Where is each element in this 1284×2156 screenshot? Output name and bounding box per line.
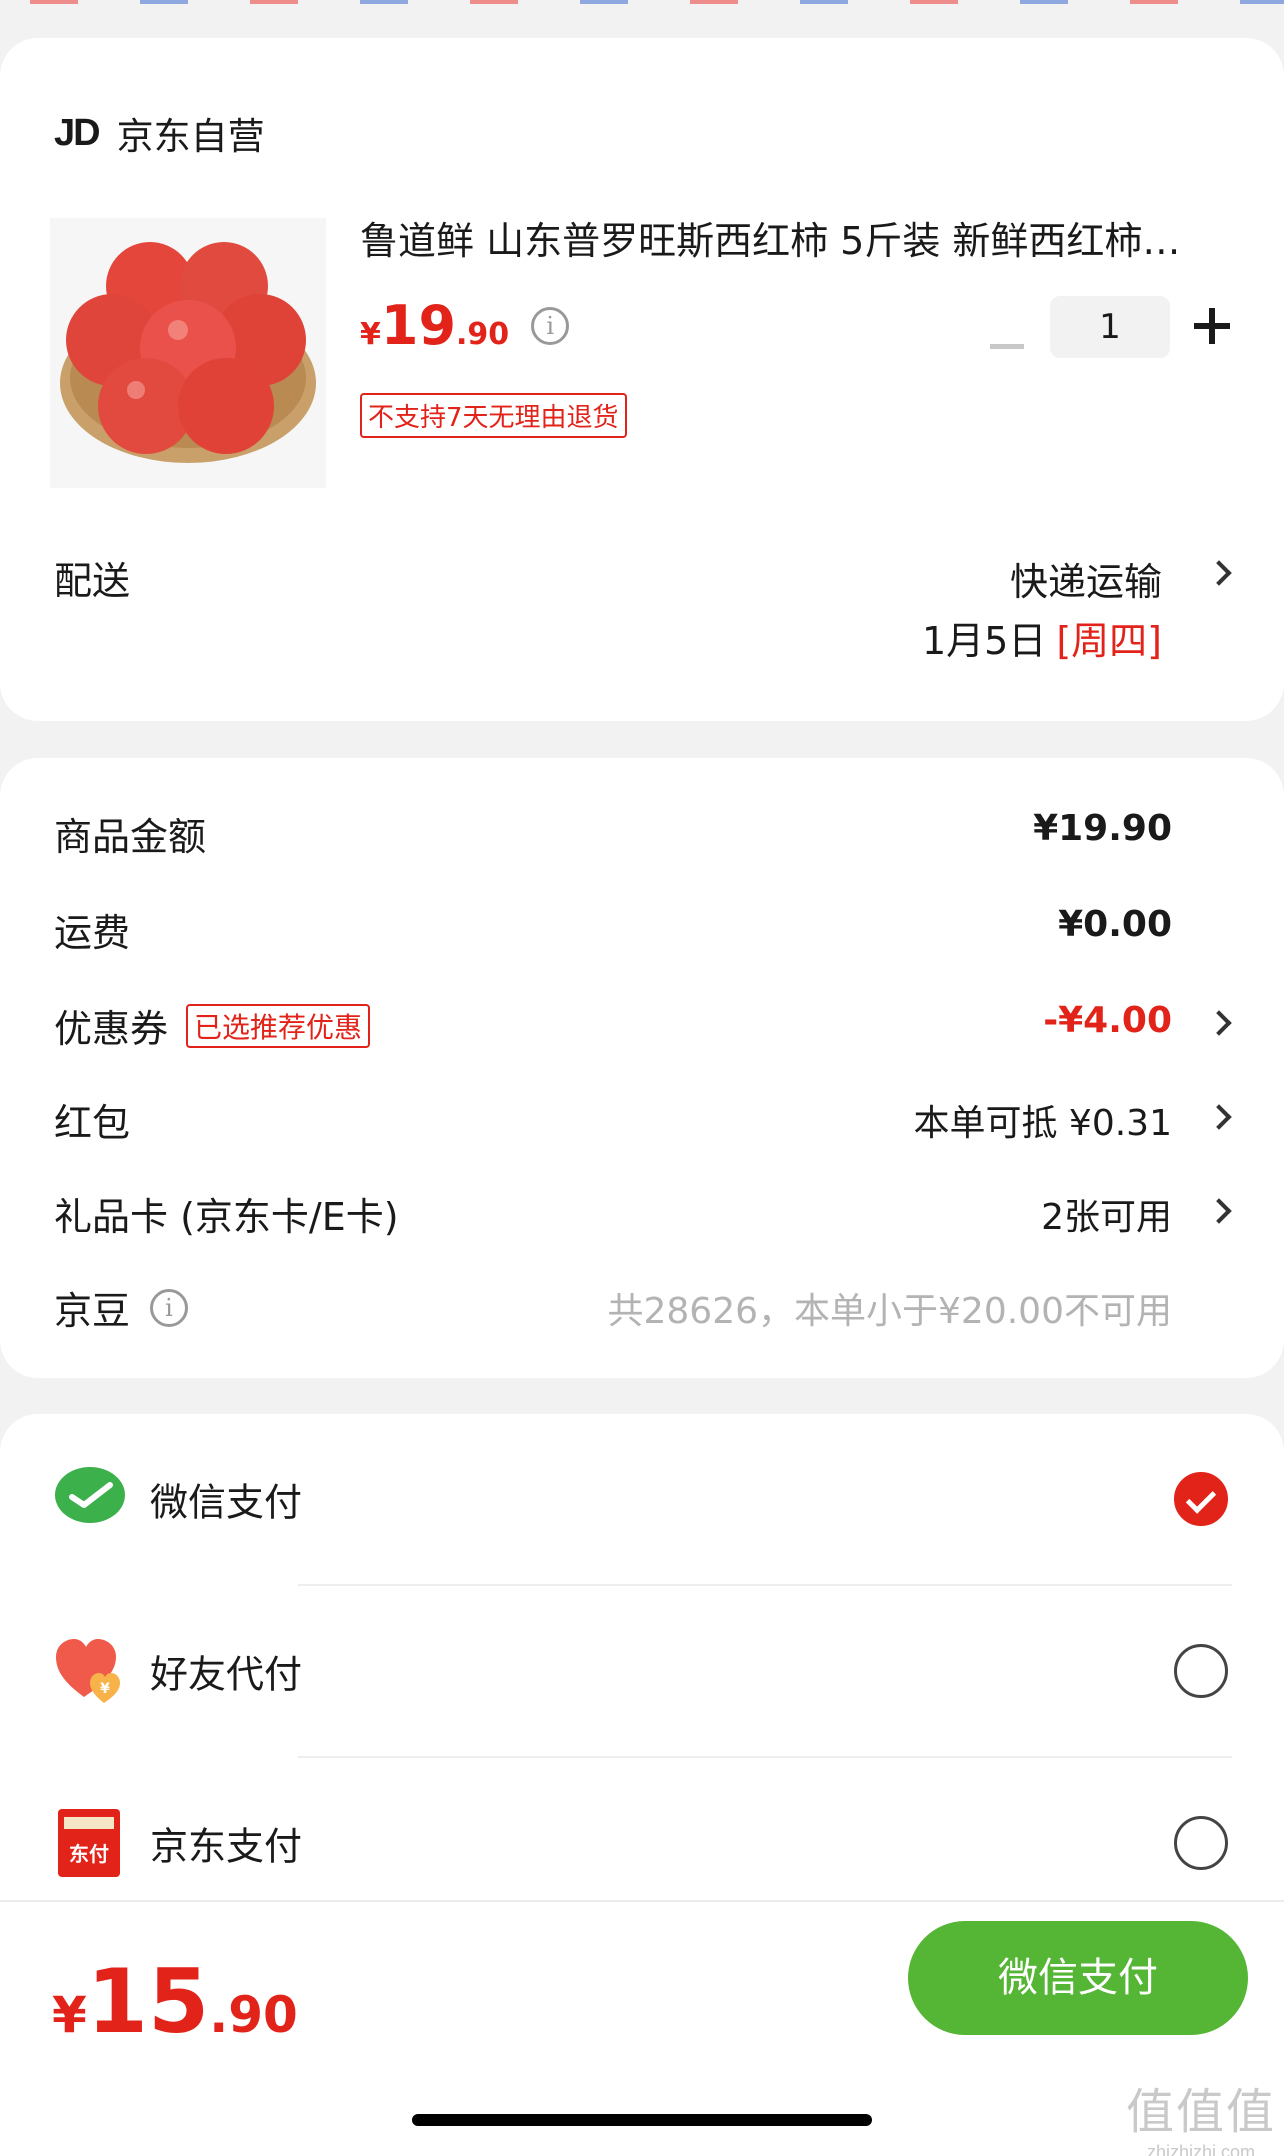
coupon-chevron-icon[interactable] [1206,1010,1232,1036]
delivery-date-text: 1月5日 [921,619,1047,663]
delivery-weekday: [周四] [1056,619,1162,663]
friend-pay-heart-icon: ¥ [54,1635,126,1707]
payment-label-friend: 好友代付 [150,1652,303,1697]
jd-pay-icon: 东付 [54,1807,126,1879]
product-card: JD 京东自营 鲁道鲜 山东普罗旺斯西红柿 5斤装 新鲜西红柿… ¥ 19 .9… [0,38,1284,721]
total-price: ¥ 15 .90 [52,1950,298,2053]
delivery-date: 1月5日 [周四] [922,610,1162,665]
product-price: ¥ 19 .90 i [360,294,570,357]
jingdou-row: 京豆 i [54,1280,189,1335]
payment-label-wechat: 微信支付 [150,1480,303,1525]
total-decimal: .90 [209,1986,298,2044]
payment-label-jd: 京东支付 [150,1824,303,1869]
gift-card-value[interactable]: 2张可用 [1041,1188,1172,1240]
coupon-value[interactable]: -¥4.00 [1043,1000,1172,1041]
product-title[interactable]: 鲁道鲜 山东普罗旺斯西红柿 5斤装 新鲜西红柿… [360,210,1220,265]
airmail-border [0,0,1284,4]
home-indicator[interactable] [412,2114,872,2126]
gift-card-chevron-icon[interactable] [1206,1198,1232,1224]
price-currency: ¥ [360,317,381,352]
payment-option-friend[interactable]: ¥ 好友代付 [0,1586,1284,1756]
price-info-icon[interactable]: i [531,306,570,345]
payment-option-wechat[interactable]: 微信支付 [0,1414,1284,1584]
radio-jd[interactable] [1174,1816,1228,1870]
price-decimal: .90 [456,317,510,352]
goods-amount-value: ¥19.90 [1033,808,1172,849]
coupon-row[interactable]: 优惠券 已选推荐优惠 [54,998,371,1053]
jingdou-info-icon[interactable]: i [150,1288,189,1327]
coupon-recommended-badge: 已选推荐优惠 [186,1003,371,1048]
shop-name: 京东自营 [116,115,265,158]
shipping-value: ¥0.00 [1058,904,1172,945]
payment-methods-card: 微信支付 ¥ 好友代付 东付 京东支付 [0,1414,1284,1914]
svg-text:¥: ¥ [100,1681,110,1697]
red-packet-value[interactable]: 本单可抵 ¥0.31 [913,1094,1172,1146]
price-integer: 19 [380,294,457,357]
coupon-label: 优惠券 [54,1007,169,1051]
total-currency: ¥ [52,1986,87,2044]
jd-logo: JD [54,111,101,154]
product-image[interactable] [50,218,326,488]
delivery-method[interactable]: 快递运输 [1010,551,1162,606]
quantity-minus-button[interactable] [990,344,1024,349]
delivery-label: 配送 [54,559,131,603]
quantity-value[interactable]: 1 [1050,296,1170,358]
jingdou-label: 京豆 [54,1289,131,1333]
quantity-plus-button[interactable] [1194,308,1230,344]
radio-wechat-checked[interactable] [1174,1472,1228,1526]
jingdou-value: 共28626，本单小于¥20.00不可用 [607,1291,1173,1332]
checkout-bar-border [0,1900,1284,1902]
submit-pay-button[interactable]: 微信支付 [908,1921,1248,2035]
jd-pay-icon-text: 东付 [69,1842,109,1866]
gift-card-label: 礼品卡 (京东卡/E卡) [54,1195,399,1239]
total-integer: 15 [86,1950,210,2053]
watermark: 值值值 zhizhizhi.com [1126,2072,1276,2156]
goods-amount-label: 商品金额 [54,815,207,859]
red-packet-label: 红包 [54,1101,131,1145]
wechat-pay-icon [54,1463,126,1535]
red-packet-chevron-icon[interactable] [1206,1104,1232,1130]
delivery-chevron-icon[interactable] [1206,560,1232,586]
order-summary-card: 商品金额 ¥19.90 运费 ¥0.00 优惠券 已选推荐优惠 -¥4.00 红… [0,758,1284,1378]
watermark-sub: zhizhizhi.com [1146,2142,1256,2156]
watermark-main: 值值值 [1125,2086,1276,2139]
return-policy-badge: 不支持7天无理由退货 [360,393,627,438]
radio-friend[interactable] [1174,1644,1228,1698]
shipping-label: 运费 [54,911,131,955]
shop-header: JD 京东自营 [54,106,265,160]
